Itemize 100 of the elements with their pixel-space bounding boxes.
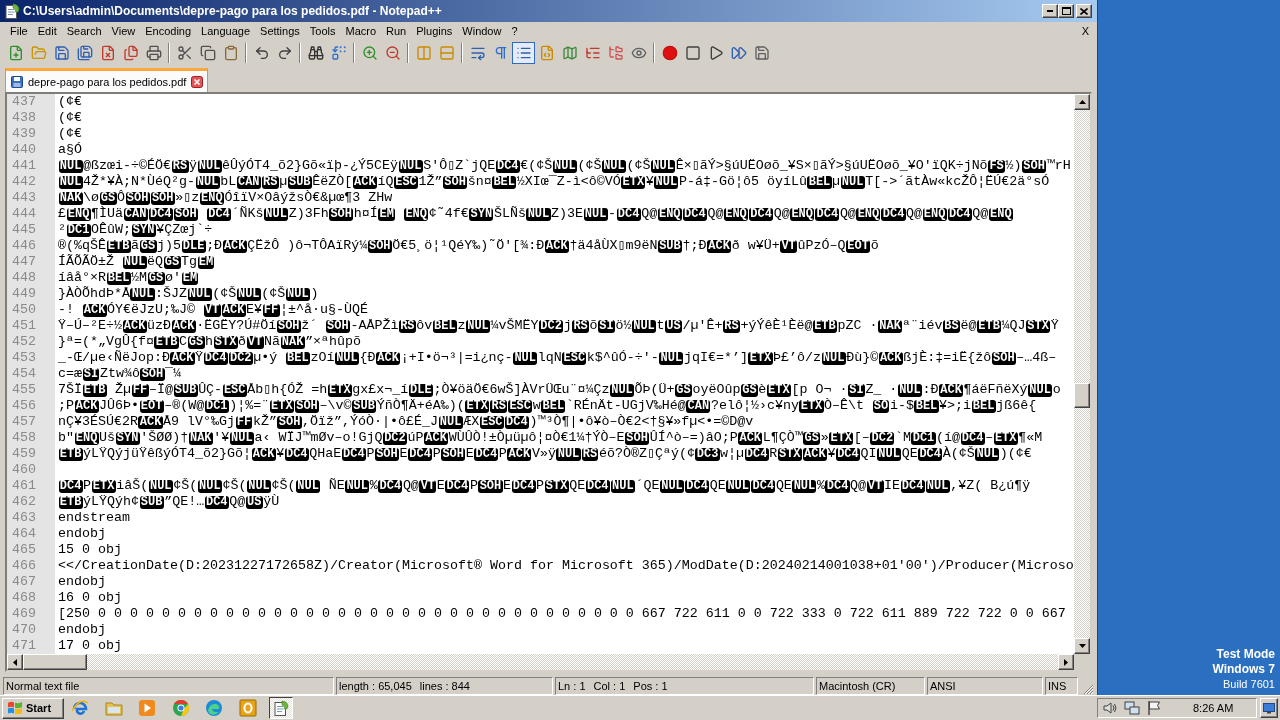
code-text: w¦µ bbox=[720, 446, 745, 462]
code-text: ;Ò¥öäÖ€6wŠ]ÀVrÜŒu¨¤¼Çz bbox=[433, 382, 610, 398]
control-code: ENQ bbox=[856, 207, 881, 221]
control-code: ETX bbox=[91, 479, 116, 493]
menu-item[interactable]: Edit bbox=[32, 22, 62, 40]
close-icon[interactable] bbox=[191, 75, 204, 88]
control-code: NUL bbox=[792, 479, 817, 493]
control-code: BS bbox=[943, 319, 960, 333]
menu-item[interactable]: Plugins bbox=[411, 22, 458, 40]
code-text: Ò–Ê\t bbox=[824, 398, 866, 414]
menu-item[interactable]: File bbox=[5, 22, 33, 40]
control-code: BEL bbox=[432, 319, 457, 333]
control-code: SOH bbox=[277, 415, 302, 429]
code-text: j)5 bbox=[157, 238, 181, 254]
line-number: 454 bbox=[11, 366, 36, 382]
maximize-button[interactable] bbox=[1058, 4, 1074, 18]
menu-item[interactable]: Search bbox=[61, 22, 107, 40]
control-code: NUL bbox=[438, 415, 463, 429]
control-code: NUL bbox=[334, 351, 360, 365]
scroll-left-button[interactable] bbox=[7, 654, 23, 670]
control-code: ESC bbox=[508, 399, 533, 413]
code-text: kŽ” bbox=[253, 414, 277, 430]
code-text: z bbox=[457, 318, 466, 334]
control-code: BEL bbox=[285, 351, 310, 365]
new-file-icon bbox=[7, 45, 24, 61]
scroll-up-button[interactable] bbox=[1074, 94, 1090, 110]
code-text: ð bbox=[238, 334, 247, 350]
code-text: [250 0 0 0 0 0 0 0 0 0 0 0 0 0 0 0 0 0 0 0 0 0 0 0 0 0 0 0 0 0 0 0 0 0 0 667 722 611 0 0 722 333 0 722 611 889 722 722 0 0 667 bbox=[58, 606, 1066, 622]
scrollbar-thumb[interactable] bbox=[1074, 383, 1090, 408]
code-text: ¢˜4f€ bbox=[428, 206, 469, 222]
printer-icon bbox=[145, 45, 162, 61]
code-text: JÛ6Þ• bbox=[99, 398, 140, 414]
code-text: ·ËGËY?Ú#Öí bbox=[196, 318, 277, 334]
code-text: endobj bbox=[58, 622, 106, 638]
control-code: NUL bbox=[58, 159, 83, 173]
menu-item[interactable]: Tools bbox=[304, 22, 341, 40]
resize-grip-icon[interactable] bbox=[1082, 683, 1094, 695]
maximize-icon bbox=[1061, 7, 1071, 15]
minimize-button[interactable] bbox=[1042, 4, 1058, 18]
vertical-scrollbar[interactable] bbox=[1074, 94, 1090, 654]
control-code: ESC bbox=[222, 383, 247, 397]
scroll-down-button[interactable] bbox=[1074, 638, 1090, 654]
control-code: DC2 bbox=[870, 431, 895, 445]
menu-item[interactable]: View bbox=[106, 22, 141, 40]
line-number: 463 bbox=[11, 510, 36, 526]
code-text: µ bbox=[279, 174, 288, 190]
taskbar-button[interactable] bbox=[269, 697, 293, 719]
code-text: Q@ bbox=[229, 494, 246, 510]
control-code: VT bbox=[866, 479, 884, 493]
show-desktop-button[interactable] bbox=[1260, 698, 1278, 718]
start-button[interactable]: Start bbox=[2, 697, 64, 719]
code-text: ßjÈ:‡=iË{žô bbox=[903, 350, 992, 366]
toolbar-button[interactable] bbox=[512, 42, 535, 64]
menu-item[interactable]: Macro bbox=[340, 22, 382, 40]
close-button[interactable] bbox=[1076, 4, 1092, 18]
line-number: 447 bbox=[11, 254, 36, 270]
menu-item[interactable]: Language bbox=[196, 22, 256, 40]
code-text: 15 0 obj bbox=[58, 542, 122, 558]
control-code: NUL bbox=[187, 287, 212, 301]
status-text: length : 65,045 bbox=[339, 680, 412, 692]
control-code: SOH bbox=[443, 175, 468, 189]
code-text: ÊëZÒ[ bbox=[312, 174, 353, 190]
clock-text[interactable]: 8:26 AM bbox=[1193, 702, 1234, 714]
menu-item[interactable]: Encoding bbox=[140, 22, 197, 40]
line-number: 449 bbox=[11, 286, 36, 302]
menu-item[interactable]: Run bbox=[381, 22, 412, 40]
scrollbar-thumb[interactable] bbox=[23, 654, 87, 670]
window-title: C:\Users\admin\Documents\depre-pago para los pedidos.pdf - Notepad++ bbox=[23, 4, 443, 18]
code-text: Q@ bbox=[773, 206, 790, 222]
close-document-button[interactable]: X bbox=[1081, 22, 1089, 40]
menu-item[interactable]: Settings bbox=[255, 22, 305, 40]
speaker-icon[interactable] bbox=[1102, 700, 1118, 716]
code-text: ÛÇ- bbox=[198, 382, 223, 398]
flag-icon[interactable] bbox=[1146, 700, 1162, 716]
code-text: †ä4åÙX▯m9ëN bbox=[569, 238, 658, 254]
stop-icon bbox=[684, 45, 701, 61]
code-text: E bbox=[465, 446, 474, 462]
horizontal-scrollbar[interactable] bbox=[7, 654, 1074, 670]
code-text: ð w¥Ü+ bbox=[731, 238, 780, 254]
document-tab[interactable]: depre-pago para los pedidos.pdf bbox=[5, 68, 209, 92]
line-number: 464 bbox=[11, 526, 36, 542]
control-code: ACK bbox=[122, 319, 147, 333]
control-code: SOH bbox=[125, 191, 150, 205]
code-text: ¢Š( bbox=[271, 478, 296, 494]
code-text: ÿÙ bbox=[263, 494, 280, 510]
menu-item[interactable]: ? bbox=[506, 22, 523, 40]
code-text: (¢€ bbox=[58, 94, 82, 110]
scroll-right-button[interactable] bbox=[1058, 654, 1074, 670]
code-text: j bbox=[563, 318, 572, 334]
menu-item[interactable]: Window bbox=[457, 22, 507, 40]
code-text: Ö€5¸ö¦¹QéY‰)˜Ö'[¾:Ð bbox=[392, 238, 545, 254]
control-code: NUL bbox=[726, 479, 751, 493]
code-text: R bbox=[769, 446, 778, 462]
monitor-icon[interactable] bbox=[1124, 700, 1140, 716]
line-number: 459 bbox=[11, 446, 36, 462]
redo-icon bbox=[276, 45, 293, 61]
status-text: lines : 844 bbox=[419, 680, 470, 692]
control-code: NUL bbox=[197, 159, 222, 173]
control-code: NUL bbox=[925, 479, 950, 493]
control-code: ETX bbox=[327, 383, 352, 397]
